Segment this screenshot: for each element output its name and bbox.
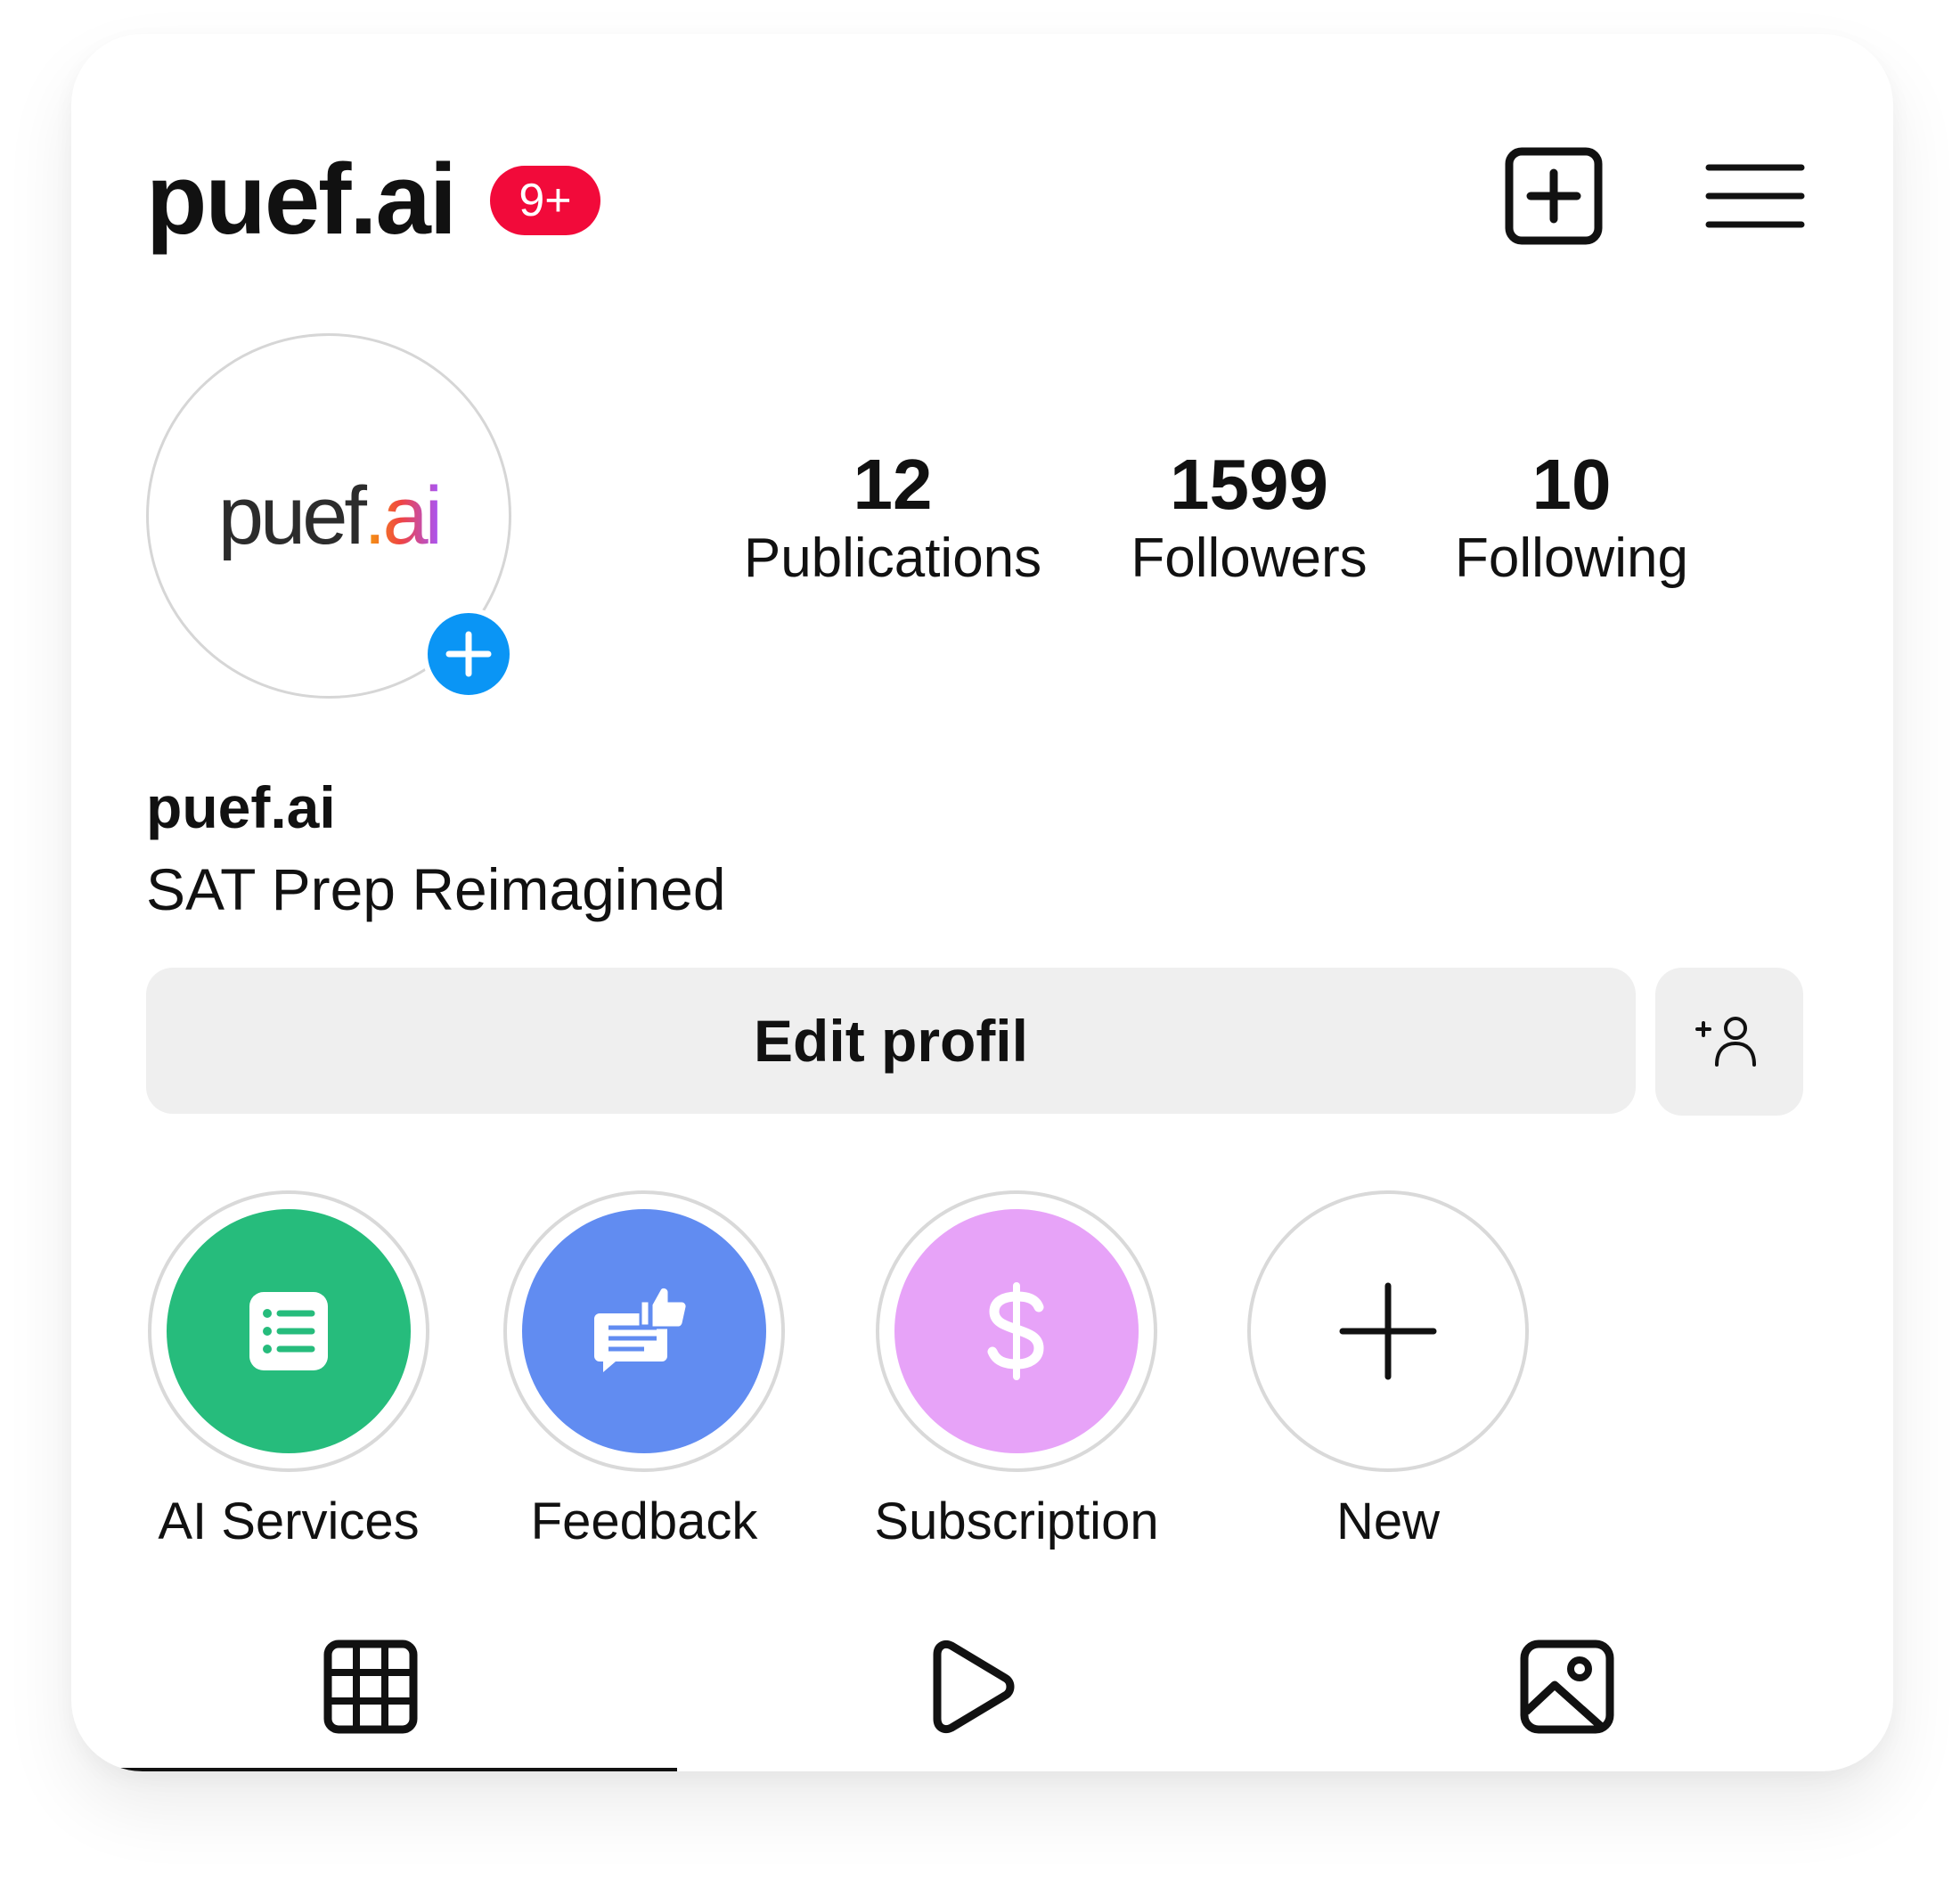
stat-value: 1599 [1170,445,1328,524]
highlight-ring [148,1190,429,1472]
highlight-ai-services[interactable]: AI Services [146,1190,431,1551]
stat-value: 12 [853,445,933,524]
avatar-container: puef.ai [146,333,515,702]
highlight-label: AI Services [158,1492,420,1550]
username-title: puef.ai [146,143,457,255]
avatar-logo-accent: .ai [363,470,443,561]
stat-label: Followers [1131,527,1368,589]
dollar-icon [987,1282,1044,1380]
highlight-feedback[interactable]: Feedback [502,1190,787,1551]
tab-posts-grid[interactable] [313,1629,429,1745]
stat-label: Following [1455,527,1688,589]
stat-following[interactable]: 10 Following [1402,449,1741,592]
avatar-logo-main: puef [217,470,367,561]
stat-publications[interactable]: 12 Publications [723,449,1062,592]
highlight-ring [1247,1190,1529,1472]
reels-play-icon [933,1640,1015,1734]
stat-label: Publications [743,527,1042,589]
highlight-subscription[interactable]: Subscription [874,1190,1159,1551]
grid-icon [323,1640,418,1734]
add-person-icon [1695,1017,1756,1067]
highlight-new[interactable]: New [1245,1190,1531,1551]
avatar-logo: puef.ai [217,470,443,563]
highlight-cover [522,1209,766,1453]
plus-icon [1339,1282,1437,1380]
discover-people-button[interactable] [1655,968,1803,1116]
highlight-label: Subscription [874,1492,1159,1550]
feedback-thumbs-up-icon [594,1285,689,1372]
active-tab-indicator [71,1768,677,1771]
list-icon [249,1292,328,1370]
hamburger-menu-icon [1705,164,1805,228]
profile-card: puef.ai 9+ puef.ai 12 Publications 1599 … [71,34,1893,1771]
profile-bio: SAT Prep Reimagined [146,856,726,922]
new-post-button[interactable] [1504,146,1604,246]
tagged-photo-icon [1520,1640,1614,1734]
plus-square-icon [1505,147,1603,245]
highlight-label: New [1335,1492,1441,1550]
highlight-cover [1266,1209,1510,1453]
notification-badge[interactable]: 9+ [490,166,600,235]
menu-button[interactable] [1705,146,1805,246]
plus-icon [445,631,492,677]
stat-followers[interactable]: 1599 Followers [1080,449,1418,592]
highlight-ring [503,1190,785,1472]
profile-name: puef.ai [146,774,336,840]
highlight-cover [894,1209,1139,1453]
highlight-cover [167,1209,411,1453]
stat-value: 10 [1531,445,1612,524]
highlight-ring [876,1190,1157,1472]
add-story-button[interactable] [422,608,515,700]
tab-reels[interactable] [913,1629,1029,1745]
highlight-label: Feedback [530,1492,758,1550]
edit-profile-button[interactable]: Edit profil [146,968,1636,1114]
tab-tagged[interactable] [1509,1629,1625,1745]
